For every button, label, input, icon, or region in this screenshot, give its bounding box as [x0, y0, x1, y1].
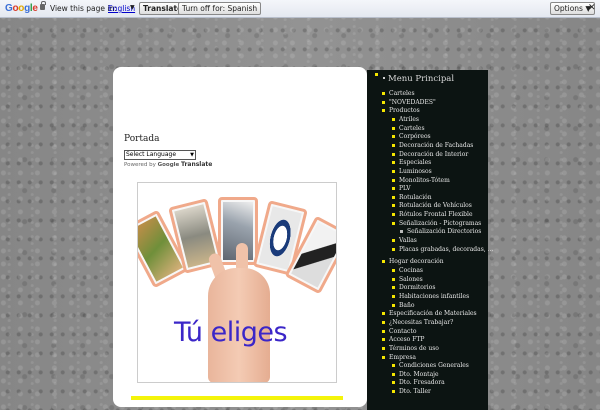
sidebar-item[interactable]: Términos de uso [382, 345, 439, 352]
bullet-icon [375, 73, 378, 76]
translate-bar: Google View this page in: English ▼ Tran… [0, 0, 600, 18]
translate-prompt: View this page in: [50, 4, 117, 13]
sidebar-item[interactable]: Rótulos Frontal Flexible [392, 211, 473, 218]
sidebar-item[interactable]: Señalización - Pictogramas [391, 220, 481, 227]
sidebar-item[interactable]: Productos [382, 107, 420, 114]
language-select[interactable]: Select Language ▼ [124, 150, 196, 160]
sidebar-item[interactable]: Monolitos-Tótem [392, 177, 450, 184]
chevron-down-icon: ▼ [190, 152, 194, 158]
sidebar-item[interactable]: Dto. Taller [392, 388, 431, 395]
sidebar-item[interactable]: Decoración de Interior [391, 151, 468, 158]
sidebar-item[interactable]: Señalización Directorios [399, 228, 481, 235]
close-icon[interactable]: ✕ [588, 3, 596, 13]
section-title: Portada [124, 134, 160, 144]
sidebar-item[interactable]: Carteles [382, 90, 415, 97]
sidebar-item[interactable]: Cocinas [391, 267, 423, 274]
sidebar-item[interactable]: Rotulación [392, 194, 432, 201]
google-logo: Google [5, 3, 38, 14]
powered-by-label: Powered by [124, 162, 156, 168]
lock-icon [40, 1, 46, 10]
sidebar-item[interactable]: Rotulación de Vehículos [392, 202, 472, 209]
sidebar-item[interactable]: Carteles [392, 125, 425, 132]
sidebar-item[interactable]: Dto. Fresadora [392, 379, 445, 386]
sidebar-item[interactable]: Salones [392, 276, 423, 283]
sidebar-item[interactable]: Atriles [392, 116, 419, 123]
sidebar-item[interactable]: "NOVEDADES" [382, 99, 436, 106]
sidebar-item[interactable]: Especificación de Materiales [382, 310, 477, 317]
sidebar-item[interactable]: Decoración de Fachadas [391, 142, 473, 149]
sidebar-item[interactable]: Acceso FTP [381, 336, 424, 343]
sidebar-item[interactable]: PLV [392, 185, 411, 192]
turn-off-button[interactable]: Turn off for: Spanish [178, 2, 262, 15]
sidebar-item[interactable]: ¿Necesitas Trabajar? [381, 319, 453, 326]
banner-text: Tú eliges [174, 317, 288, 348]
language-select-value: Select Language [126, 151, 177, 158]
sidebar [367, 70, 488, 410]
powered-by: Powered by Google Translate [124, 161, 212, 168]
sidebar-item[interactable]: Dormitorios [391, 284, 435, 291]
yellow-divider [131, 396, 343, 400]
google-small-logo: Google [157, 162, 180, 168]
bullet-icon [383, 77, 385, 79]
sidebar-item[interactable]: Contacto [381, 328, 416, 335]
chevron-down-icon[interactable]: ▼ [130, 4, 135, 11]
sidebar-item[interactable]: Luminosos [392, 168, 432, 175]
sidebar-item[interactable]: Corpóreos [392, 133, 431, 140]
sidebar-item[interactable]: Empresa [382, 354, 416, 361]
sidebar-item[interactable]: Vallas [392, 237, 417, 244]
sidebar-item[interactable]: Condiciones Generales [392, 362, 469, 369]
sidebar-title: Menu Principal [388, 74, 455, 84]
sidebar-item[interactable]: Especiales [391, 159, 431, 166]
sidebar-item[interactable]: Baño [391, 302, 414, 309]
sidebar-item[interactable]: Habitaciones infantiles [391, 293, 469, 300]
sidebar-item[interactable]: Placas grabadas, decoradas, ... [391, 246, 493, 253]
sidebar-item[interactable]: Dto. Montaje [392, 371, 439, 378]
sidebar-item[interactable]: Hogar decoración [382, 258, 444, 265]
translate-link[interactable]: Translate [181, 161, 212, 168]
banner-image[interactable]: Tú eliges [137, 182, 337, 383]
